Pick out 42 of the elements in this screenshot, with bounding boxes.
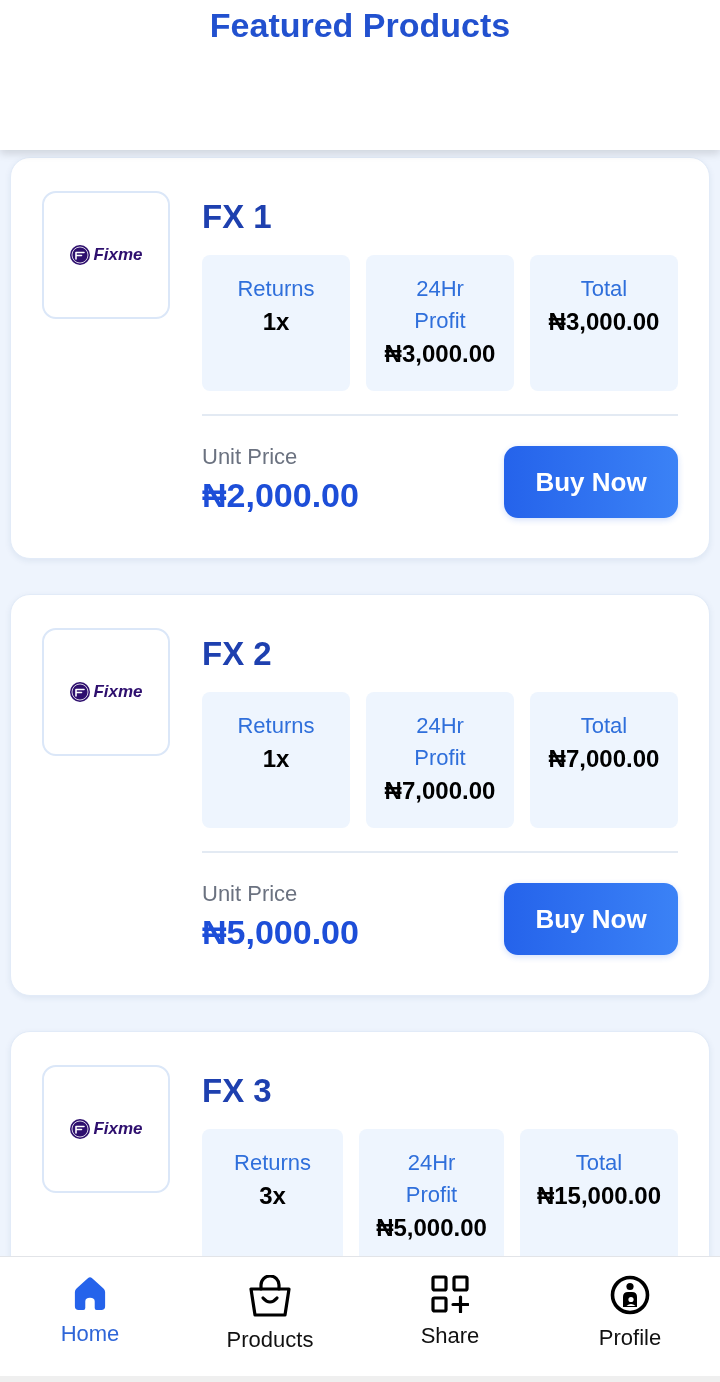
page-title: Featured Products	[209, 5, 511, 45]
grid-plus-icon	[431, 1275, 469, 1313]
logo-text: Fixme	[93, 1119, 143, 1139]
stat-label: Total	[579, 712, 629, 740]
shopping-basket-icon	[248, 1275, 292, 1317]
stat-label: Returns	[233, 1149, 313, 1177]
stat-label: 24Hr Profit	[404, 1149, 459, 1209]
stat-label: 24Hr Profit	[413, 712, 467, 772]
logo-text: Fixme	[93, 245, 143, 265]
nav-tab[interactable]: Profile	[540, 1257, 720, 1376]
buy-now-button[interactable]: Buy Now	[504, 883, 678, 955]
price-label: Unit Price	[202, 880, 299, 908]
unit-price: ₦5,000.00	[202, 912, 359, 953]
logo-mark-icon	[69, 1118, 92, 1140]
stat-value: ₦3,000.00	[548, 307, 660, 337]
product-name: FX 1	[202, 197, 273, 237]
logo-mark-icon	[69, 681, 92, 703]
stat-value: ₦7,000.00	[548, 744, 660, 774]
stat-value: 3x	[259, 1181, 286, 1211]
price-label: Unit Price	[202, 443, 299, 471]
logo-text: Fixme	[93, 682, 143, 702]
stat-label: Returns	[236, 712, 316, 740]
stat-value: ₦3,000.00	[384, 339, 496, 369]
buy-now-button[interactable]: Buy Now	[504, 446, 678, 518]
nav-tab[interactable]: Home	[0, 1257, 180, 1376]
stat-label: Returns	[236, 275, 316, 303]
stat-value: 1x	[262, 307, 290, 337]
home-icon	[73, 1275, 107, 1311]
stat-label: Total	[579, 275, 629, 303]
stat-value: 1x	[262, 744, 290, 774]
stat-label: Total	[574, 1149, 624, 1177]
stat-label: 24Hr Profit	[413, 275, 467, 335]
logo-mark-icon	[69, 244, 92, 266]
stat-value: ₦15,000.00	[536, 1181, 661, 1211]
nav-tab[interactable]: Products	[180, 1257, 360, 1376]
product-name: FX 3	[202, 1071, 273, 1111]
stat-value: ₦5,000.00	[376, 1213, 487, 1243]
unit-price: ₦2,000.00	[202, 475, 359, 516]
profile-icon	[610, 1275, 650, 1315]
stat-value: ₦7,000.00	[384, 776, 496, 806]
nav-tab[interactable]: Share	[360, 1257, 540, 1376]
product-name: FX 2	[202, 634, 273, 674]
